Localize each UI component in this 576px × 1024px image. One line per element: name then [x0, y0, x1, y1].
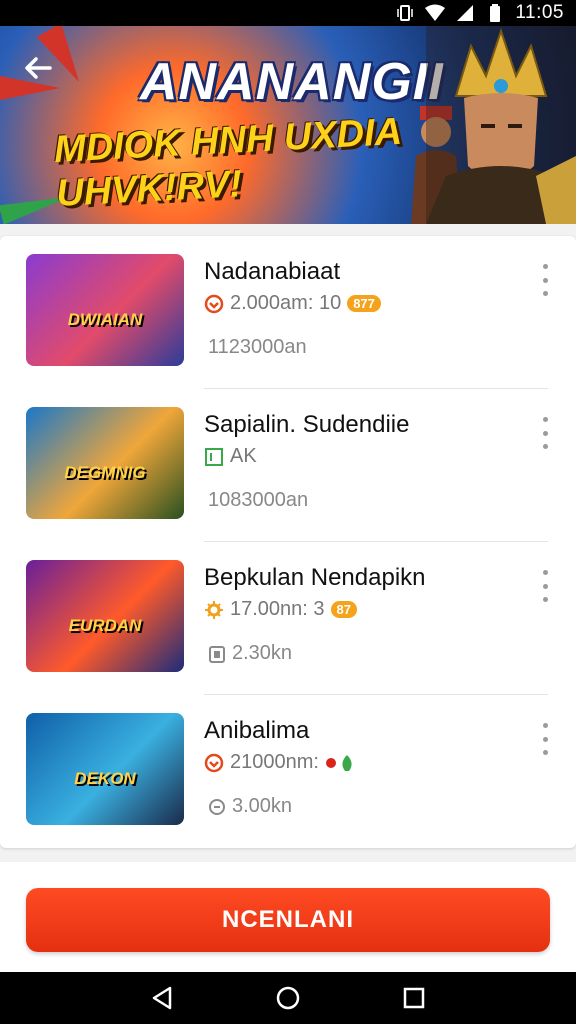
game-thumbnail: DEGMNIG: [26, 407, 184, 519]
game-name: Sapialin. Sudendiie: [204, 411, 410, 438]
game-thumbnail: EURDAN: [26, 560, 184, 672]
list-item[interactable]: EURDAN Bepkulan Nendapikn 17.00nn: 3 87 …: [0, 542, 576, 695]
thumbnail-title: EURDAN: [68, 616, 142, 635]
game-meta: 21000nm:: [204, 751, 359, 774]
game-meta: AK: [204, 445, 257, 468]
back-arrow-icon[interactable]: [22, 52, 56, 86]
game-meta-text: 21000nm:: [230, 751, 319, 773]
battery-icon: [485, 4, 505, 22]
heart-badge-icon: [204, 294, 224, 313]
more-options-icon[interactable]: [540, 568, 550, 604]
list-item[interactable]: DEKON Anibalima 21000nm: 3.00kn: [0, 695, 576, 848]
rating-badge: 87: [330, 601, 357, 618]
game-meta: 17.00nn: 3 87: [204, 598, 357, 621]
thumbnail-title: DEGMNIG: [64, 463, 146, 482]
game-name: Anibalima: [204, 717, 310, 744]
status-dots-icon: [325, 754, 352, 771]
game-name: Nadanabiaat: [204, 258, 341, 285]
banner-hero-image: [426, 26, 576, 224]
game-meta: 2.000am: 10 877: [204, 292, 381, 315]
banner-title: ANANANGII: [140, 53, 444, 111]
game-thumbnail: DEKON: [26, 713, 184, 825]
game-meta-text: 17.00nn: 3: [230, 598, 325, 620]
status-bar: 11:05: [0, 0, 576, 26]
hero-banner: ANANANGII MDIOK HNH UXDIA UHVK!RV!: [0, 26, 576, 224]
game-name: Bepkulan Nendapikn: [204, 564, 426, 591]
game-size: 1083000an: [208, 489, 309, 511]
square-badge-icon: [205, 447, 223, 466]
storage-icon: [209, 645, 225, 663]
game-size: 2.30kn: [208, 642, 292, 665]
more-options-icon[interactable]: [540, 262, 550, 298]
thumbnail-title: DEKON: [74, 769, 136, 788]
vibrate-icon: [395, 4, 415, 22]
more-options-icon[interactable]: [540, 721, 550, 757]
recents-square-icon[interactable]: [400, 984, 428, 1012]
primary-action-button[interactable]: NCENLANI: [26, 888, 550, 952]
wifi-icon: [425, 4, 446, 22]
gear-badge-icon: [205, 600, 223, 619]
game-meta-text: AK: [230, 445, 257, 467]
list-item[interactable]: DWIAIAN Nadanabiaat 2.000am: 10 877 1123…: [0, 236, 576, 389]
home-circle-icon[interactable]: [274, 984, 302, 1012]
game-meta-text: 2.000am: 10: [230, 292, 342, 314]
heart-badge-icon: [204, 753, 224, 772]
game-size: 1123000an: [208, 336, 307, 358]
storage-icon: [209, 798, 225, 815]
game-thumbnail: DWIAIAN: [26, 254, 184, 366]
signal-icon: [455, 4, 475, 22]
back-triangle-icon[interactable]: [148, 984, 176, 1012]
list-item[interactable]: DEGMNIG Sapialin. Sudendiie AK 1083000an: [0, 389, 576, 542]
status-time: 11:05: [515, 2, 564, 23]
more-options-icon[interactable]: [540, 415, 550, 451]
system-nav-bar: [0, 972, 576, 1024]
game-size: 3.00kn: [208, 795, 292, 818]
game-size-text: 2.30kn: [232, 642, 293, 664]
banner-subtitle: MDIOK HNH UXDIA UHVK!RV!: [53, 110, 402, 215]
game-list: DWIAIAN Nadanabiaat 2.000am: 10 877 1123…: [0, 236, 576, 848]
rating-badge: 877: [347, 295, 381, 312]
game-size-text: 3.00kn: [232, 795, 293, 817]
cta-area: NCENLANI: [0, 862, 576, 972]
thumbnail-title: DWIAIAN: [67, 310, 143, 329]
